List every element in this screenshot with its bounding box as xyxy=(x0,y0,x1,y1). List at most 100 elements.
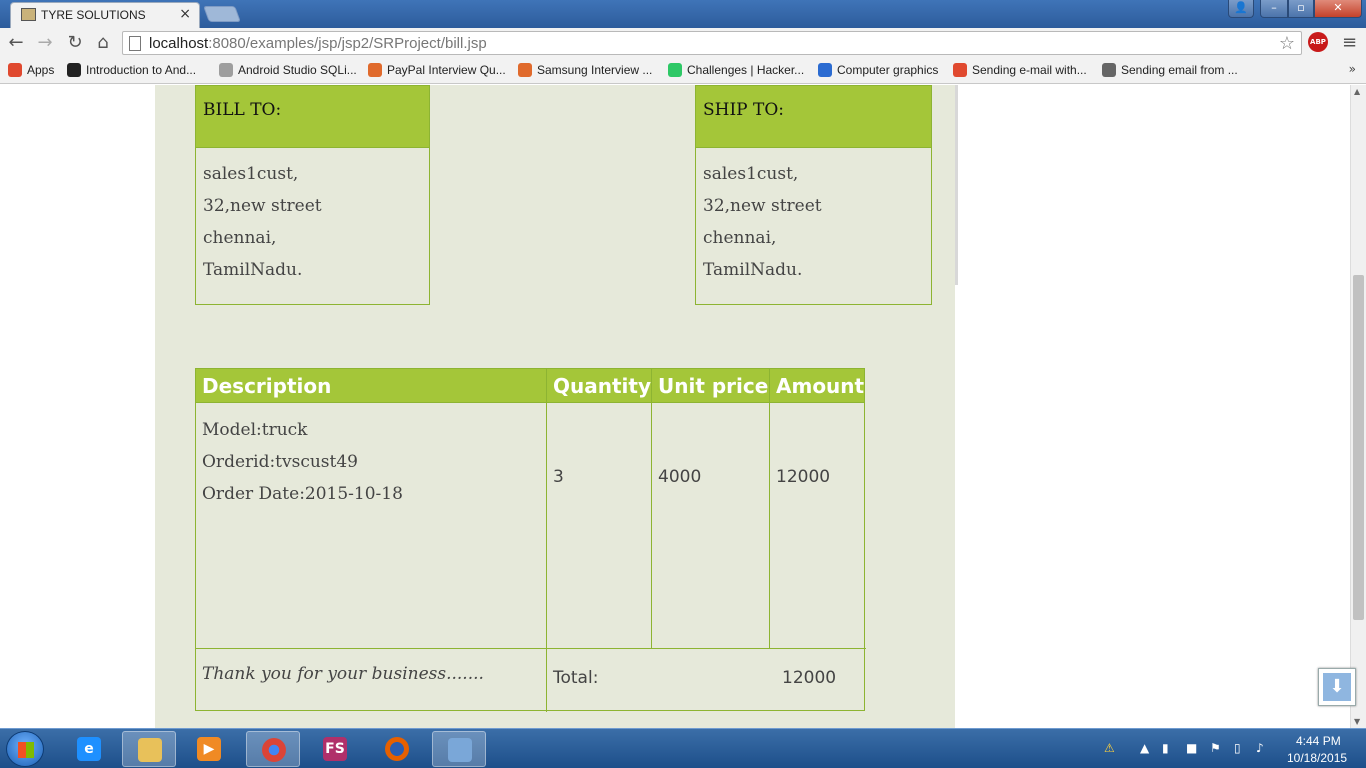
home-icon[interactable]: ⌂ xyxy=(92,32,114,54)
ship-to-heading: SHIP TO: xyxy=(696,86,931,148)
item-quantity: 3 xyxy=(553,467,564,487)
windows-logo-icon xyxy=(18,742,34,758)
vertical-scrollbar[interactable]: ▲ ▼ xyxy=(1350,85,1366,728)
column-divider xyxy=(769,369,770,648)
bill-to-line: 32,new street xyxy=(203,196,322,216)
bookmark-item[interactable]: Sending e-mail with... xyxy=(953,63,1087,77)
bookmark-favicon-icon xyxy=(1102,63,1116,77)
volume-icon[interactable]: ♪ xyxy=(1256,741,1264,755)
taskbar-app-media-player[interactable]: ▶ xyxy=(182,731,236,767)
bill-to-box: BILL TO: sales1cust, 32,new street chenn… xyxy=(195,85,430,305)
minimize-button[interactable]: – xyxy=(1260,0,1288,18)
tab-title: TYRE SOLUTIONS xyxy=(41,8,146,22)
window-title-bar: TYRE SOLUTIONS × 👤 – ▫ ✕ xyxy=(0,0,1366,28)
row-divider xyxy=(196,648,866,649)
taskbar-app-paint[interactable] xyxy=(432,731,486,767)
internet-explorer-icon: e xyxy=(77,737,101,761)
item-description: Model:truck Orderid:tvscust49 Order Date… xyxy=(202,414,403,510)
page-favicon-icon xyxy=(21,8,36,21)
chrome-icon xyxy=(262,738,286,762)
tab-close-icon[interactable]: × xyxy=(179,6,191,22)
bookmark-item[interactable]: Introduction to And... xyxy=(67,63,196,77)
bookmark-item[interactable]: Computer graphics xyxy=(818,63,938,77)
forward-arrow-icon[interactable]: → xyxy=(34,32,56,54)
down-arrow-icon: ⬇ xyxy=(1323,673,1351,701)
item-unit-price: 4000 xyxy=(658,467,702,487)
item-amount: 12000 xyxy=(776,467,831,487)
items-table: Description Quantity Unit price Amount M… xyxy=(195,368,866,712)
description-line: Orderid:tvscust49 xyxy=(202,452,358,472)
bookmark-item[interactable]: Challenges | Hacker... xyxy=(668,63,804,77)
windows-icon[interactable]: ■ xyxy=(1186,741,1197,755)
bookmark-item[interactable]: Samsung Interview ... xyxy=(518,63,652,77)
panel-shadow xyxy=(955,85,958,285)
more-bookmarks-chevron-icon[interactable]: » xyxy=(1349,62,1356,76)
warning-icon[interactable]: ⚠ xyxy=(1104,741,1115,755)
ship-to-box: SHIP TO: sales1cust, 32,new street chenn… xyxy=(695,85,932,305)
bookmark-item[interactable]: Sending email from ... xyxy=(1102,63,1238,77)
clock-time[interactable]: 4:44 PM xyxy=(1296,734,1341,748)
media-player-icon: ▶ xyxy=(197,737,221,761)
bookmarks-bar: Apps Introduction to And... Android Stud… xyxy=(0,58,1366,84)
bookmark-favicon-icon xyxy=(518,63,532,77)
bookmark-favicon-icon xyxy=(67,63,81,77)
ship-to-line: chennai, xyxy=(703,228,777,248)
user-profile-button[interactable]: 👤 xyxy=(1228,0,1254,18)
bill-to-line: TamilNadu. xyxy=(203,260,303,280)
browser-tab[interactable]: TYRE SOLUTIONS × xyxy=(10,2,200,28)
new-tab-button[interactable] xyxy=(203,6,241,22)
taskbar-app-internet-explorer[interactable]: e xyxy=(62,731,116,767)
maximize-button[interactable]: ▫ xyxy=(1288,0,1314,18)
chrome-menu-icon[interactable]: ≡ xyxy=(1342,32,1357,53)
ship-to-line: TamilNadu. xyxy=(703,260,803,280)
windows-taskbar: e ▶ FS ⚠ ▲ ▮ ■ ⚑ ▯ ♪ 4:44 PM 10/18/2015 xyxy=(0,728,1366,768)
ship-to-line: sales1cust, xyxy=(703,164,799,184)
address-bar[interactable]: localhost:8080/examples/jsp/jsp2/SRProje… xyxy=(122,31,1302,55)
bookmark-item[interactable]: PayPal Interview Qu... xyxy=(368,63,506,77)
thank-you-note: Thank you for your business....... xyxy=(202,664,484,684)
total-label: Total: xyxy=(553,668,599,688)
apps-grid-icon xyxy=(8,63,22,77)
fs-app-icon: FS xyxy=(323,737,347,761)
bill-to-line: chennai, xyxy=(203,228,277,248)
adblock-plus-icon[interactable]: ABP xyxy=(1308,32,1328,52)
scroll-down-arrow-icon[interactable]: ▼ xyxy=(1354,717,1360,726)
scroll-up-arrow-icon[interactable]: ▲ xyxy=(1354,87,1360,96)
bookmark-favicon-icon xyxy=(818,63,832,77)
header-description: Description xyxy=(196,369,547,403)
reload-icon[interactable]: ↻ xyxy=(64,32,86,54)
bookmark-item[interactable]: Android Studio SQLi... xyxy=(219,63,357,77)
bookmark-apps[interactable]: Apps xyxy=(8,63,54,77)
clock-date[interactable]: 10/18/2015 xyxy=(1287,751,1347,765)
back-arrow-icon[interactable]: ← xyxy=(5,32,27,54)
taskbar-app-firefox[interactable] xyxy=(370,731,424,767)
show-hidden-icons-icon[interactable]: ▲ xyxy=(1140,741,1149,755)
bookmark-star-icon[interactable]: ☆ xyxy=(1279,33,1295,54)
page-viewport: BILL TO: sales1cust, 32,new street chenn… xyxy=(0,85,1350,728)
scroll-down-button[interactable]: ⬇ xyxy=(1318,668,1356,706)
bill-panel: BILL TO: sales1cust, 32,new street chenn… xyxy=(155,85,955,728)
taskbar-app-chrome[interactable] xyxy=(246,731,300,767)
header-amount: Amount xyxy=(770,369,864,403)
header-unit-price: Unit price xyxy=(652,369,770,403)
bookmark-favicon-icon xyxy=(953,63,967,77)
description-line: Order Date:2015-10-18 xyxy=(202,484,403,504)
start-button[interactable] xyxy=(6,731,44,767)
action-center-flag-icon[interactable]: ⚑ xyxy=(1210,741,1221,755)
header-quantity: Quantity xyxy=(547,369,652,403)
bookmark-favicon-icon xyxy=(668,63,682,77)
url-text[interactable]: localhost:8080/examples/jsp/jsp2/SRProje… xyxy=(149,35,487,52)
close-window-button[interactable]: ✕ xyxy=(1314,0,1362,18)
bookmark-favicon-icon xyxy=(219,63,233,77)
signal-icon[interactable]: ▮ xyxy=(1162,741,1169,755)
bill-to-line: sales1cust, xyxy=(203,164,299,184)
page-icon xyxy=(129,36,141,51)
battery-icon[interactable]: ▯ xyxy=(1234,741,1241,755)
ship-to-line: 32,new street xyxy=(703,196,822,216)
scrollbar-thumb[interactable] xyxy=(1353,275,1364,620)
taskbar-app-file-explorer[interactable] xyxy=(122,731,176,767)
firefox-icon xyxy=(385,737,409,761)
taskbar-app-fs[interactable]: FS xyxy=(308,731,362,767)
bill-to-heading: BILL TO: xyxy=(196,86,429,148)
folder-icon xyxy=(138,738,162,762)
